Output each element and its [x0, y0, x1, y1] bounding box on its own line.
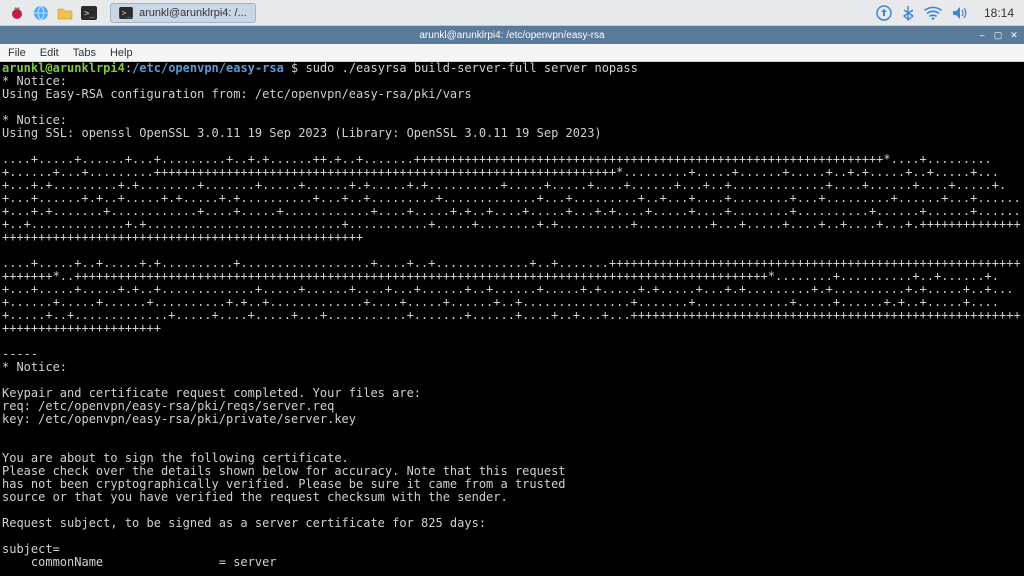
output-line: * Notice: [2, 360, 67, 374]
launcher-group: >_ [6, 3, 100, 23]
raspberry-menu-icon[interactable] [6, 3, 28, 23]
output-line: Keypair and certificate request complete… [2, 386, 421, 400]
terminal-menubar: File Edit Tabs Help [0, 44, 1024, 62]
svg-text:>_: >_ [122, 8, 132, 17]
system-tray: 18:14 [876, 5, 1014, 21]
prompt-colon: : [125, 62, 132, 75]
menu-tabs[interactable]: Tabs [73, 47, 96, 59]
output-line: commonName = server [2, 555, 277, 569]
menu-file[interactable]: File [8, 47, 26, 59]
keygen-progress: ....+.....+......+...+.........+..+.+...… [2, 153, 1022, 244]
output-line: subject= [2, 542, 60, 556]
terminal-launcher-icon[interactable]: >_ [78, 3, 100, 23]
wifi-icon[interactable] [924, 6, 942, 20]
menu-edit[interactable]: Edit [40, 47, 59, 59]
window-maximize-button[interactable]: ▢ [992, 29, 1004, 41]
volume-icon[interactable] [952, 6, 968, 20]
output-line: * Notice: [2, 113, 67, 127]
taskbar-active-window[interactable]: >_ arunkl@arunklrpi4: /... [110, 3, 256, 23]
terminal-viewport[interactable]: arunkl@arunklrpi4:/etc/openvpn/easy-rsa … [0, 62, 1024, 576]
output-line: You are about to sign the following cert… [2, 451, 349, 465]
output-line: source or that you have verified the req… [2, 490, 508, 504]
window-close-button[interactable]: ✕ [1008, 29, 1020, 41]
terminal-task-icon: >_ [119, 6, 133, 20]
output-line: Request subject, to be signed as a serve… [2, 516, 486, 530]
output-line: Using Easy-RSA configuration from: /etc/… [2, 87, 472, 101]
output-line: Using SSL: openssl OpenSSL 3.0.11 19 Sep… [2, 126, 602, 140]
keygen-progress: ....+.....+..+.....+.+..........+.......… [2, 257, 1022, 335]
prompt-command: sudo ./easyrsa build-server-full server … [305, 62, 637, 75]
window-buttons: ‒ ▢ ✕ [976, 29, 1020, 41]
prompt-path: /etc/openvpn/easy-rsa [132, 62, 284, 75]
web-browser-icon[interactable] [30, 3, 52, 23]
window-title: arunkl@arunklrpi4: /etc/openvpn/easy-rsa [0, 30, 1024, 41]
file-manager-icon[interactable] [54, 3, 76, 23]
output-line: * Notice: [2, 74, 67, 88]
output-line: ----- [2, 347, 38, 361]
bluetooth-icon[interactable] [902, 5, 914, 21]
clock[interactable]: 18:14 [984, 6, 1014, 20]
desktop-panel: >_ >_ arunkl@arunklrpi4: /... 18:14 [0, 0, 1024, 26]
output-line: Please check over the details shown belo… [2, 464, 566, 478]
output-line: req: /etc/openvpn/easy-rsa/pki/reqs/serv… [2, 399, 334, 413]
update-manager-icon[interactable] [876, 5, 892, 21]
svg-text:>_: >_ [84, 9, 95, 19]
output-line: has not been cryptographically verified.… [2, 477, 566, 491]
menu-help[interactable]: Help [110, 47, 133, 59]
output-line: key: /etc/openvpn/easy-rsa/pki/private/s… [2, 412, 356, 426]
window-titlebar[interactable]: arunkl@arunklrpi4: /etc/openvpn/easy-rsa… [0, 26, 1024, 44]
window-minimize-button[interactable]: ‒ [976, 29, 988, 41]
taskbar-active-window-label: arunkl@arunklrpi4: /... [139, 7, 247, 19]
prompt-dollar: $ [284, 62, 306, 75]
